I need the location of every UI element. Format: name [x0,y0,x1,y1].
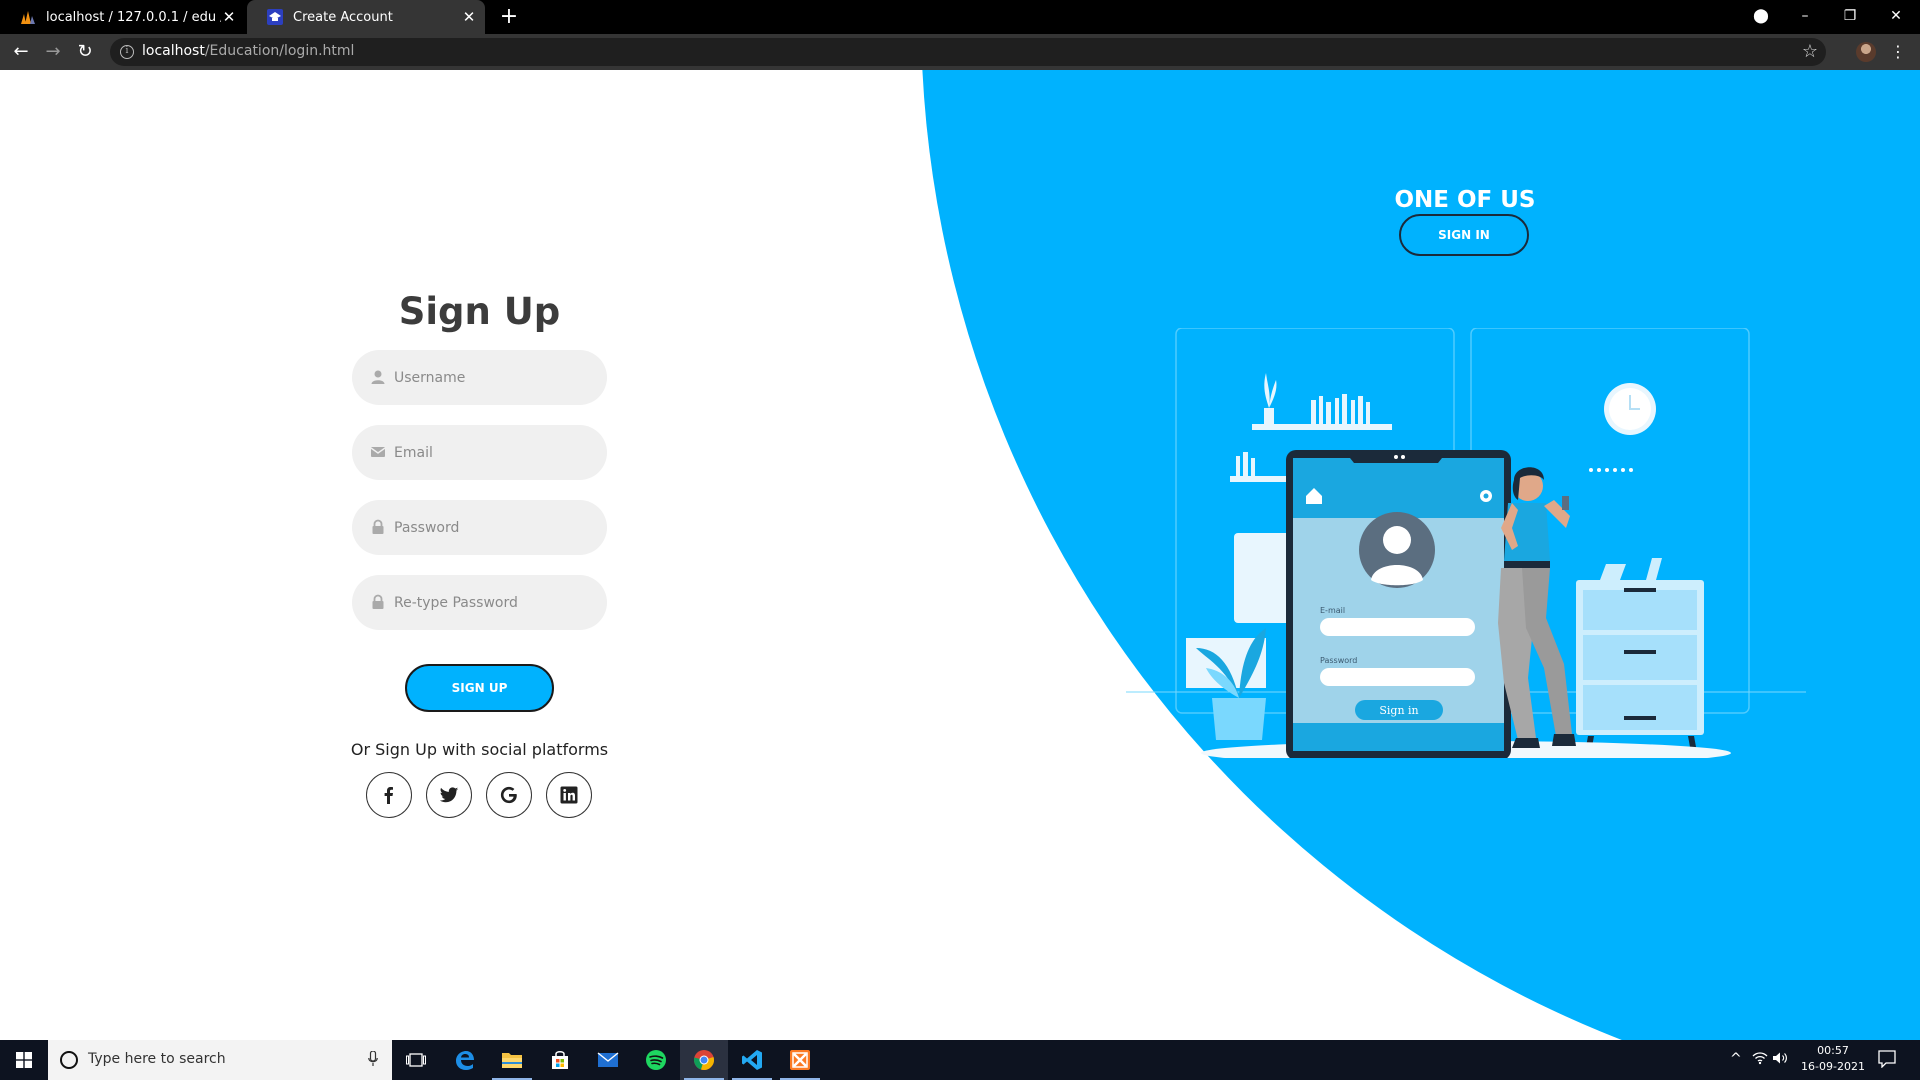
password-input[interactable] [394,500,594,555]
file-explorer-icon[interactable] [488,1040,536,1080]
clock-time: 00:57 [1817,1044,1849,1057]
linkedin-icon[interactable] [546,772,592,818]
taskbar-search[interactable]: Type here to search [48,1040,392,1080]
phone-email-label: E-mail [1320,606,1345,615]
facebook-icon[interactable] [366,772,412,818]
panel-title: ONE OF US [1394,187,1536,213]
plant-small [1264,373,1277,424]
volume-icon[interactable] [1772,1051,1788,1069]
email-input[interactable] [394,425,594,480]
back-icon[interactable]: ← [10,41,32,63]
phone-signin-label: Sign in [1379,704,1418,717]
store-icon[interactable] [536,1040,584,1080]
restore-icon[interactable]: ❐ [1837,5,1863,27]
person [1498,467,1576,748]
shelf [1230,476,1290,482]
reload-icon[interactable]: ↻ [74,41,96,63]
minimize-icon[interactable]: – [1792,5,1818,27]
chrome-icon[interactable] [680,1040,728,1080]
browser-tab-strip: localhost / 127.0.0.1 / edu / users ✕ Cr… [0,0,1920,34]
profile-avatar[interactable] [1856,42,1876,62]
signup-title: Sign Up [398,290,561,333]
lock-icon [372,519,384,534]
signup-button[interactable]: SIGN UP [405,664,554,712]
download-icon[interactable]: ⬤ [1748,5,1774,27]
social-text: Or Sign Up with social platforms [350,740,609,759]
tab-title: localhost / 127.0.0.1 / edu / users [46,9,221,25]
url-text[interactable]: localhost/Education/login.html [142,43,354,59]
email-field[interactable] [352,425,607,480]
notification-icon[interactable] [1878,1050,1896,1068]
mail-icon[interactable] [584,1040,632,1080]
tab-title: Create Account [293,9,393,25]
task-view-icon[interactable] [392,1040,440,1080]
cabinet [1576,558,1704,758]
vscode-icon[interactable] [728,1040,776,1080]
tray-chevron-icon[interactable]: ^ [1730,1051,1742,1067]
password-dots [1589,468,1633,472]
retype-password-input[interactable] [394,575,594,630]
site-favicon [267,9,283,25]
new-tab-icon[interactable]: + [498,6,520,28]
microphone-icon[interactable] [368,1051,378,1067]
tab-create-account[interactable]: Create Account ✕ [247,0,485,34]
window-close-icon[interactable]: ✕ [1883,5,1909,27]
bookmark-star-icon[interactable]: ☆ [1802,41,1818,62]
username-field[interactable] [352,350,607,405]
signin-button[interactable]: SIGN IN [1399,214,1529,256]
phone: E-mail Password Sign in [1286,450,1511,758]
windows-icon [16,1052,32,1068]
username-input[interactable] [394,350,594,405]
url-path: /Education/login.html [204,43,355,59]
info-icon[interactable]: i [120,45,134,59]
user-icon [371,370,385,384]
close-icon[interactable]: ✕ [461,9,477,25]
address-bar[interactable]: i localhost/Education/login.html ☆ [110,38,1826,66]
edge-icon[interactable] [440,1040,488,1080]
page: Sign Up SIGN UP Or Sign Up with social p… [0,70,1920,1040]
tab-phpmyadmin[interactable]: localhost / 127.0.0.1 / edu / users ✕ [0,0,245,34]
phone-password-label: Password [1320,656,1357,665]
close-icon[interactable]: ✕ [221,9,237,25]
url-host: localhost [142,43,205,59]
envelope-icon [370,447,386,457]
books [1311,394,1370,424]
lock-icon [372,594,384,609]
xampp-icon[interactable] [776,1040,824,1080]
phpmyadmin-icon [21,11,35,24]
taskbar-clock[interactable]: 00:57 16-09-2021 [1793,1043,1873,1075]
spotify-icon[interactable] [632,1040,680,1080]
menu-icon[interactable]: ⋮ [1890,41,1906,63]
start-button[interactable] [0,1040,48,1080]
network-icon[interactable] [1752,1051,1768,1069]
cortana-icon [60,1051,78,1069]
books [1236,452,1255,476]
taskbar: Type here to search ^ 00:57 16-09-2021 [0,1040,1920,1080]
shelf [1252,424,1392,430]
password-field[interactable] [352,500,607,555]
retype-password-field[interactable] [352,575,607,630]
twitter-icon[interactable] [426,772,472,818]
login-illustration: E-mail Password Sign in [1126,328,1806,758]
clock-date: 16-09-2021 [1801,1060,1865,1073]
forward-icon[interactable]: → [42,41,64,63]
browser-toolbar: ← → ↻ i localhost/Education/login.html ☆… [0,34,1920,70]
search-placeholder: Type here to search [88,1051,226,1067]
google-icon[interactable] [486,772,532,818]
